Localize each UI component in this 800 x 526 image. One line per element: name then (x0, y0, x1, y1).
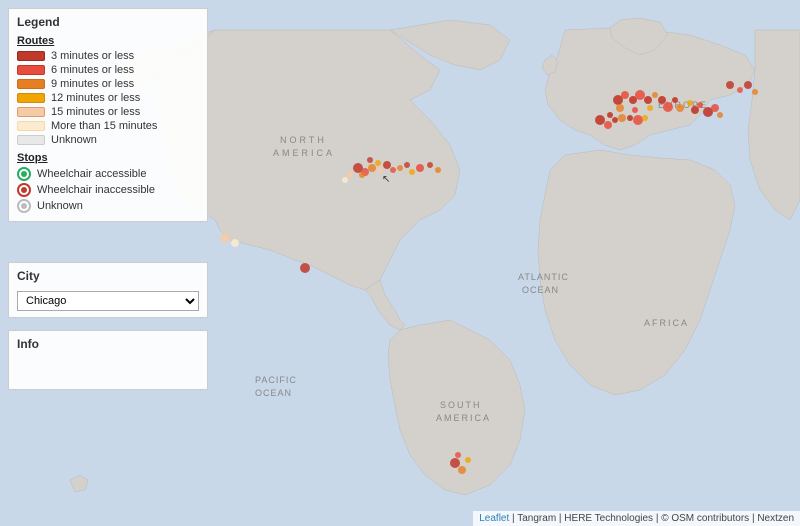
info-panel-title: Info (17, 337, 199, 351)
route-legend-3: 3 minutes or less (17, 50, 199, 62)
route-unknown-icon (17, 135, 45, 145)
stop-inaccessible-legend: Wheelchair inaccessible (17, 183, 199, 197)
attribution-text: | Tangram | HERE Technologies | © OSM co… (512, 513, 794, 524)
city-panel-title: City (17, 269, 199, 283)
route-15-icon (17, 107, 45, 117)
route-legend-15: 15 minutes or less (17, 106, 199, 118)
route-legend-more: More than 15 minutes (17, 120, 199, 132)
attribution-bar: Leaflet | Tangram | HERE Technologies | … (473, 511, 800, 526)
route-15-label: 15 minutes or less (51, 106, 140, 118)
route-more-label: More than 15 minutes (51, 120, 157, 132)
route-6-icon (17, 65, 45, 75)
stop-accessible-icon (17, 167, 31, 181)
stop-accessible-label: Wheelchair accessible (37, 168, 146, 180)
city-panel: City Chicago New York Los Angeles London… (8, 262, 208, 318)
route-legend-9: 9 minutes or less (17, 78, 199, 90)
svg-text:↖: ↖ (382, 174, 390, 185)
route-3-label: 3 minutes or less (51, 50, 134, 62)
route-more-icon (17, 121, 45, 131)
city-select[interactable]: Chicago New York Los Angeles London Pari… (17, 291, 199, 311)
legend-panel: Legend Routes 3 minutes or less 6 minute… (8, 8, 208, 222)
stops-section-title: Stops (17, 152, 199, 164)
leaflet-link[interactable]: Leaflet (479, 513, 509, 524)
legend-title: Legend (17, 15, 199, 29)
stop-unknown-label: Unknown (37, 200, 83, 212)
route-unknown-label: Unknown (51, 134, 97, 146)
route-legend-12: 12 minutes or less (17, 92, 199, 104)
route-6-label: 6 minutes or less (51, 64, 134, 76)
stop-unknown-icon (17, 199, 31, 213)
stop-inaccessible-label: Wheelchair inaccessible (37, 184, 155, 196)
route-3-icon (17, 51, 45, 61)
route-12-icon (17, 93, 45, 103)
route-9-label: 9 minutes or less (51, 78, 134, 90)
route-legend-6: 6 minutes or less (17, 64, 199, 76)
stop-accessible-legend: Wheelchair accessible (17, 167, 199, 181)
route-legend-unknown: Unknown (17, 134, 199, 146)
info-panel: Info (8, 330, 208, 390)
routes-section-title: Routes (17, 35, 199, 47)
route-9-icon (17, 79, 45, 89)
stop-unknown-legend: Unknown (17, 199, 199, 213)
stop-inaccessible-icon (17, 183, 31, 197)
route-12-label: 12 minutes or less (51, 92, 140, 104)
